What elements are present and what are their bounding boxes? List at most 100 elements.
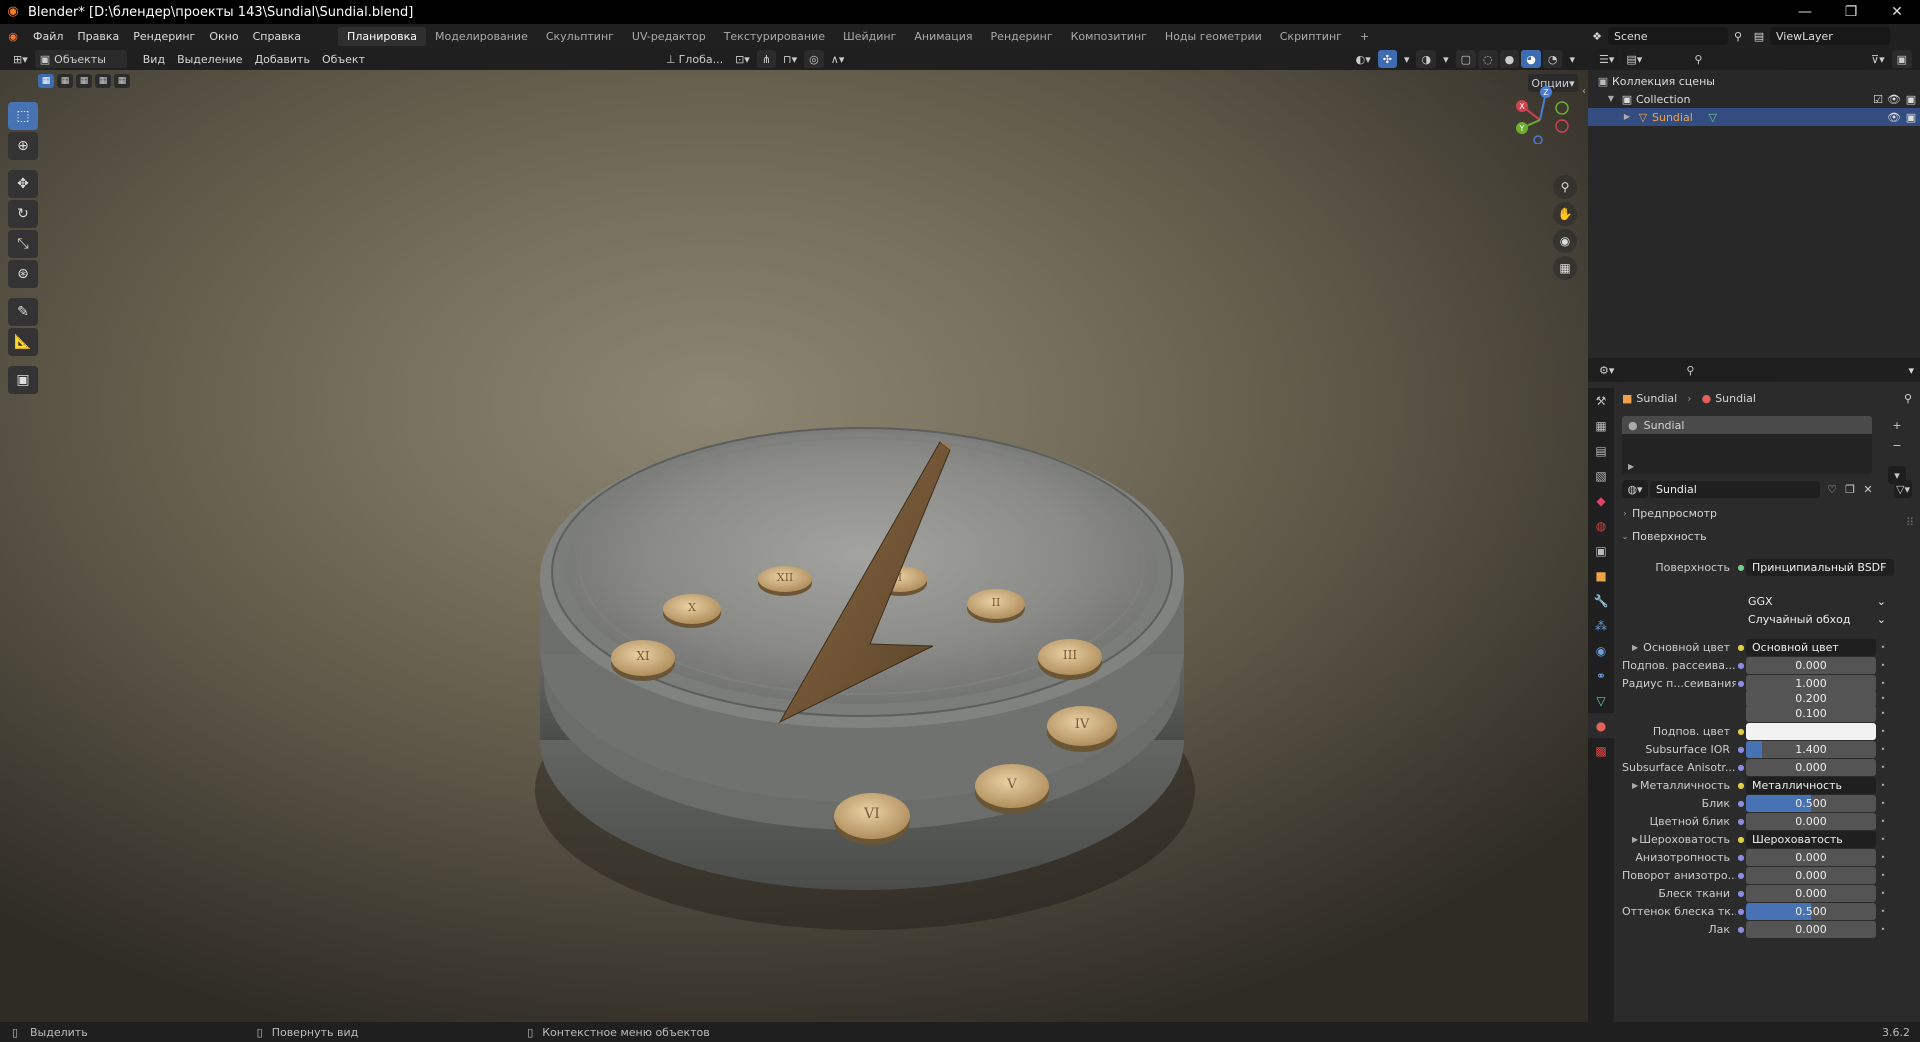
bsdf-value-field[interactable]: Основной цвет: [1746, 638, 1876, 656]
keyframe-dot-icon[interactable]: •: [1876, 679, 1890, 688]
tab-rendering[interactable]: Рендеринг: [982, 27, 1062, 46]
keyframe-dot-icon[interactable]: •: [1876, 661, 1890, 670]
keyframe-dot-icon[interactable]: •: [1876, 853, 1890, 862]
rendered-shading-button[interactable]: ◔: [1542, 50, 1563, 68]
keyframe-dot-icon[interactable]: •: [1876, 799, 1890, 808]
tab-collection[interactable]: ▣: [1588, 538, 1614, 563]
browse-material-button[interactable]: ◍▾: [1622, 480, 1648, 498]
tab-layout[interactable]: Планировка: [338, 26, 427, 46]
keyframe-dot-icon[interactable]: •: [1876, 817, 1890, 826]
menu-help[interactable]: Справка: [246, 30, 308, 43]
scale-tool[interactable]: ⤡: [8, 230, 38, 258]
expand-link-icon[interactable]: ▶: [1632, 643, 1638, 652]
tab-uv-editing[interactable]: UV-редактор: [623, 27, 715, 46]
tab-modifiers[interactable]: 🔧: [1588, 588, 1614, 613]
input-socket-icon[interactable]: ●: [1736, 853, 1746, 862]
keyframe-dot-icon[interactable]: •: [1876, 925, 1890, 934]
select-subtract-button[interactable]: ▦: [76, 74, 92, 88]
gizmo-neg-x-axis[interactable]: [1555, 119, 1569, 133]
perspective-toggle[interactable]: ▦: [1553, 256, 1577, 280]
proportional-edit-toggle[interactable]: ◎: [804, 50, 824, 68]
menu-object[interactable]: Объект: [316, 53, 371, 66]
panel-surface[interactable]: ⌄ Поверхность: [1618, 527, 1914, 545]
outliner-collection[interactable]: ▼ ▣ Collection ☑ 👁 ▣: [1588, 90, 1920, 108]
subsurface-method-dropdown[interactable]: Случайный обход ⌄: [1742, 610, 1892, 628]
mode-selector[interactable]: ▣ Объекты: [34, 50, 127, 68]
fake-user-button[interactable]: ♡: [1824, 480, 1840, 498]
tab-texture-paint[interactable]: Текстурирование: [715, 27, 834, 46]
bsdf-value-field[interactable]: Металличность: [1746, 776, 1876, 794]
menu-view[interactable]: Вид: [137, 53, 171, 66]
bsdf-value-field[interactable]: [1746, 722, 1876, 740]
keyframe-dot-icon[interactable]: •: [1876, 727, 1890, 736]
tab-particles[interactable]: ⁂: [1588, 613, 1614, 638]
snap-toggle[interactable]: ⋔: [756, 50, 777, 68]
rotate-tool[interactable]: ↻: [8, 200, 38, 228]
overlay-toggle[interactable]: ◑: [1416, 50, 1437, 68]
input-socket-icon[interactable]: ●: [1736, 817, 1746, 826]
expand-link-icon[interactable]: ▶: [1632, 835, 1638, 844]
collapse-sidebar-icon[interactable]: ‹: [1582, 86, 1586, 97]
snap-target-dropdown[interactable]: ⊓▾: [778, 50, 803, 68]
transform-orientation-dropdown[interactable]: ⊥ Глоба...: [661, 50, 729, 68]
tab-texture[interactable]: ▩: [1588, 738, 1614, 763]
tab-world[interactable]: ◍: [1588, 513, 1614, 538]
properties-editor-type[interactable]: ⚙▾: [1594, 361, 1620, 379]
pin-icon[interactable]: ⚲: [1728, 31, 1748, 42]
navigation-gizmo[interactable]: Z X Y: [1508, 84, 1570, 144]
keyframe-dot-icon[interactable]: •: [1876, 835, 1890, 844]
tab-scripting[interactable]: Скриптинг: [1271, 27, 1351, 46]
bsdf-value-field[interactable]: 0.500: [1746, 902, 1876, 920]
keyframe-dot-icon[interactable]: •: [1876, 871, 1890, 880]
bsdf-value-field[interactable]: 0.000: [1746, 920, 1876, 938]
menu-edit[interactable]: Правка: [70, 30, 126, 43]
keyframe-dot-icon[interactable]: •: [1876, 889, 1890, 898]
input-socket-icon[interactable]: ●: [1736, 925, 1746, 934]
transform-tool[interactable]: ⊛: [8, 260, 38, 288]
collection-checkbox[interactable]: ☑: [1870, 94, 1886, 105]
material-name-field[interactable]: Sundial: [1650, 480, 1820, 498]
panel-preview[interactable]: › Предпросмотр: [1618, 504, 1914, 522]
visibility-dropdown[interactable]: ◐▾: [1350, 50, 1376, 68]
select-extend-button[interactable]: ▦: [57, 74, 73, 88]
tab-data[interactable]: ▽: [1588, 688, 1614, 713]
collection-visibility-icon[interactable]: 👁: [1886, 94, 1902, 105]
tab-scene[interactable]: ◆: [1588, 488, 1614, 513]
minimize-button[interactable]: —: [1782, 4, 1828, 20]
duplicate-material-button[interactable]: ❐: [1842, 480, 1858, 498]
pin-properties-icon[interactable]: ⚲: [1904, 393, 1912, 404]
collapse-arrow-icon[interactable]: ▶: [1620, 113, 1634, 121]
move-tool[interactable]: ✥: [8, 170, 38, 198]
tab-render[interactable]: ▦: [1588, 413, 1614, 438]
gizmo-neg-z-axis[interactable]: [1533, 135, 1543, 144]
bsdf-value-field[interactable]: 0.500: [1746, 794, 1876, 812]
keyframe-dot-icon[interactable]: •: [1876, 709, 1890, 718]
maximize-button[interactable]: ❐: [1828, 4, 1874, 20]
tab-constraints[interactable]: ⚭: [1588, 663, 1614, 688]
menu-add[interactable]: Добавить: [249, 53, 316, 66]
zoom-button[interactable]: ⚲: [1553, 175, 1577, 199]
falloff-dropdown[interactable]: ∧▾: [825, 50, 850, 68]
mesh-data-icon[interactable]: ▽: [1693, 112, 1733, 123]
input-socket-icon[interactable]: ●: [1736, 643, 1746, 652]
editor-type-button[interactable]: ⊞▾: [8, 50, 33, 68]
add-cube-tool[interactable]: ▣: [8, 366, 38, 394]
gizmo-neg-y-axis[interactable]: [1555, 101, 1569, 115]
new-collection-button[interactable]: ▣: [1891, 50, 1912, 68]
cursor-tool[interactable]: ⊕: [8, 132, 38, 160]
overlay-dropdown[interactable]: ▾: [1438, 50, 1454, 68]
material-preview-button[interactable]: ◕: [1521, 50, 1541, 68]
keyframe-dot-icon[interactable]: •: [1876, 781, 1890, 790]
keyframe-dot-icon[interactable]: •: [1876, 745, 1890, 754]
add-slot-button[interactable]: +: [1888, 416, 1906, 434]
gizmo-toggle[interactable]: ✣: [1377, 50, 1397, 68]
keyframe-dot-icon[interactable]: •: [1876, 643, 1890, 652]
remove-slot-button[interactable]: −: [1888, 436, 1906, 454]
select-new-button[interactable]: ▦: [38, 74, 54, 88]
object-visibility-icon[interactable]: 👁: [1886, 112, 1902, 123]
pan-button[interactable]: ✋: [1553, 202, 1577, 226]
input-socket-icon[interactable]: ●: [1736, 799, 1746, 808]
bsdf-value-field[interactable]: 0.000: [1746, 656, 1876, 674]
shading-dropdown[interactable]: ▾: [1564, 50, 1580, 68]
input-socket-icon[interactable]: ●: [1736, 727, 1746, 736]
